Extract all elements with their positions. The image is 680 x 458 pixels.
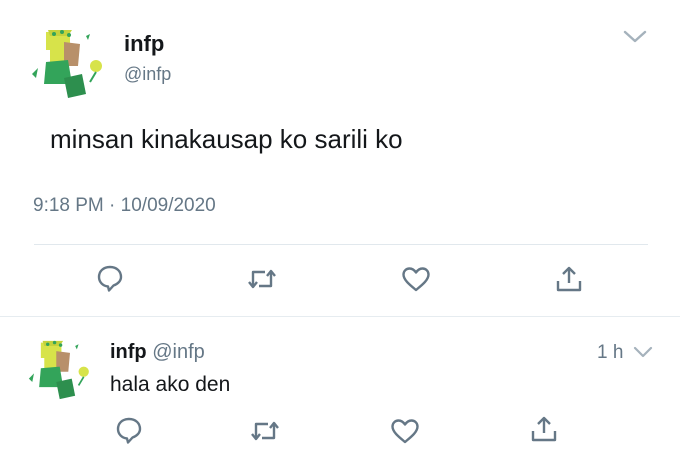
share-icon[interactable] [555,264,583,294]
retweet-icon[interactable] [246,266,278,292]
reply-text: hala ako den [110,373,231,396]
share-icon[interactable] [530,414,558,444]
tweet-timestamp[interactable]: 9:18 PM · 10/09/2020 [33,195,216,217]
retweet-icon[interactable] [249,418,281,444]
chevron-down-icon[interactable] [632,344,654,360]
separator: · [109,195,116,216]
reply-icon[interactable] [96,264,124,292]
reply-icon[interactable] [115,416,143,444]
like-icon[interactable] [390,418,420,444]
handle[interactable]: @infp [124,64,171,85]
tweet-time[interactable]: 9:18 PM [33,195,104,216]
reply-header: infp @infp [110,341,205,364]
tweet-date[interactable]: 10/09/2020 [121,195,216,216]
display-name[interactable]: infp [124,31,164,57]
tweet-text: minsan kinakausap ko sarili ko [50,124,403,154]
handle[interactable]: @infp [152,341,205,363]
chevron-down-icon[interactable] [622,28,648,46]
like-icon[interactable] [401,266,431,292]
avatar[interactable] [24,22,108,106]
reply-age[interactable]: 1 h [597,342,623,364]
display-name[interactable]: infp [110,341,147,363]
avatar[interactable] [22,334,94,406]
tweet-separator [0,316,680,317]
divider [34,244,648,245]
